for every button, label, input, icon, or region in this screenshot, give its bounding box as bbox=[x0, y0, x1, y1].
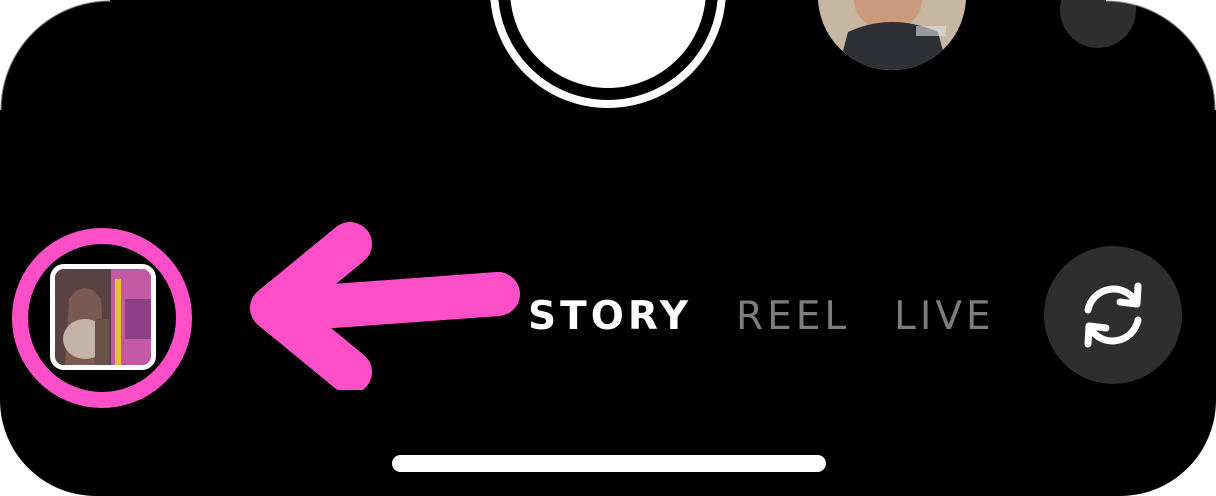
shutter-inner[interactable] bbox=[510, 0, 706, 88]
gallery-image bbox=[55, 269, 151, 365]
camera-flip-icon bbox=[1084, 282, 1142, 348]
mode-live[interactable]: LIVE bbox=[894, 294, 995, 339]
profile-avatar[interactable] bbox=[818, 0, 966, 70]
flip-camera-button[interactable] bbox=[1044, 246, 1182, 384]
camera-mode-selector[interactable]: STORY REEL LIVE bbox=[528, 290, 1039, 342]
shutter-button[interactable] bbox=[490, 0, 726, 108]
gallery-thumbnail[interactable] bbox=[50, 264, 156, 370]
arrow-left-icon bbox=[250, 222, 520, 390]
screen-corner-left bbox=[0, 0, 110, 110]
camera-screen: STORY REEL LIVE bbox=[0, 0, 1216, 496]
avatar-photo bbox=[818, 0, 966, 70]
mode-reel[interactable]: REEL bbox=[736, 294, 850, 339]
screen-corner-right bbox=[1106, 0, 1216, 110]
home-indicator[interactable] bbox=[392, 455, 826, 472]
mode-story[interactable]: STORY bbox=[528, 294, 692, 339]
